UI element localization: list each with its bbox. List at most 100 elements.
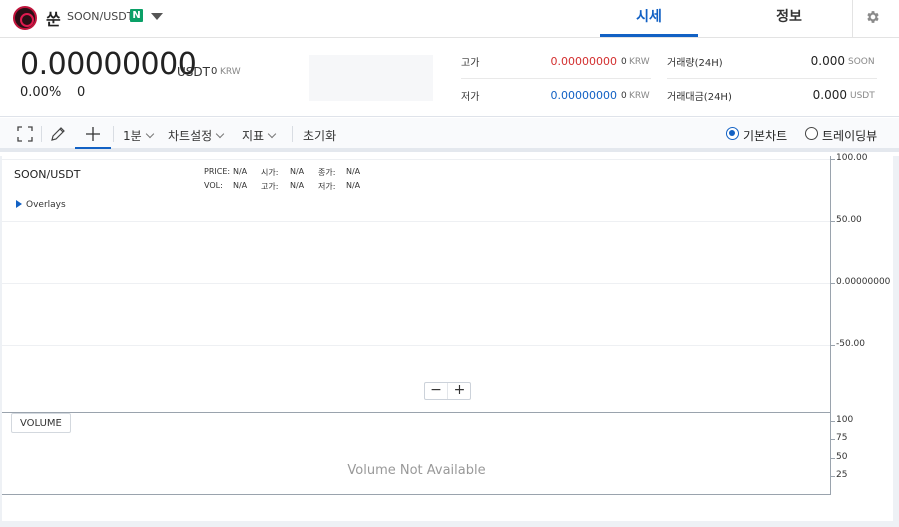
high-value: 0.00000000 [550,55,617,68]
coin-pair: SOON/USDT [67,10,134,23]
fullscreen-icon[interactable] [17,126,33,142]
gridline [2,345,830,346]
legend-close-label: 종가: [318,168,336,177]
indicators-label: 지표 [242,129,265,143]
y-axis-tick [831,283,835,284]
interval-dropdown[interactable]: 1분 [123,127,154,144]
legend-open-label: 시가: [261,168,279,177]
mini-chart-placeholder [309,55,433,101]
gridline [2,221,830,222]
toolbar-divider [113,126,114,142]
high-krw-unit: KRW [629,57,650,67]
volume-axis-tick [831,439,835,440]
price-plot[interactable]: SOON/USDT PRICE: N/A 시가: N/A 종가: N/A VOL… [2,156,831,412]
draw-pen-icon[interactable] [50,126,66,142]
reset-button[interactable]: 초기화 [303,127,336,144]
volume-axis-tick [831,421,835,422]
legend-vol-value: N/A [233,181,248,190]
volume-24h-value: 0.000 [810,54,845,68]
gridline [2,283,830,284]
legend-high-value: N/A [290,181,305,190]
stat-divider [667,78,877,79]
zoom-controls: − + [424,382,471,400]
interval-label: 1분 [123,129,142,143]
chevron-down-icon [145,129,154,139]
volume-axis-label: 25 [836,470,848,480]
amount-24h-unit: USDT [850,91,875,101]
coin-name: 쑨 [46,10,61,29]
volume-button[interactable]: VOLUME [11,413,71,433]
y-axis-tick [831,159,835,160]
overlays-label: Overlays [26,200,66,210]
low-value: 0.00000000 [550,89,617,102]
volume-axis-label: 50 [836,452,848,462]
chevron-down-icon [215,129,225,139]
price-unit: USDT [177,65,210,79]
price-krw-unit: KRW [220,67,241,77]
chart-toolbar: 1분 차트설정 지표 초기화 기본차트 트레이딩뷰 [0,118,899,152]
volume-24h-unit: SOON [848,57,875,67]
volume-24h-label: 거래량(24H) [667,58,723,69]
basic-chart-radio[interactable] [726,127,739,140]
coin-dropdown-icon[interactable] [151,13,163,20]
legend-low-label: 저가: [318,182,336,191]
toolbar-divider [292,126,293,142]
stat-divider [461,78,651,79]
tab-price[interactable]: 시세 [600,0,698,37]
amount-24h-value: 0.000 [812,88,847,102]
chart-container: SOON/USDT PRICE: N/A 시가: N/A 종가: N/A VOL… [0,153,899,527]
chart-settings-dropdown[interactable]: 차트설정 [168,127,225,144]
legend-close-value: N/A [346,167,361,176]
legend-price-label: PRICE: [204,167,231,176]
legend-vol-label: VOL: [204,181,223,190]
amount-24h-label: 거래대금(24H) [667,92,732,103]
zoom-in-button[interactable]: + [448,383,471,399]
volume-axis-tick [831,458,835,459]
low-label: 저가 [461,92,480,103]
price-krw-value: 0 [211,66,218,77]
y-axis-label: -50.00 [836,339,866,349]
current-price: 0.00000000 [20,47,197,82]
legend-open-value: N/A [290,167,305,176]
legend-price-value: N/A [233,167,248,176]
tab-info[interactable]: 정보 [740,0,838,37]
low-krw-value: 0 [621,91,627,101]
chevron-down-icon [267,129,277,139]
volume-axis-tick [831,476,835,477]
zoom-out-button[interactable]: − [425,383,448,399]
basic-chart-label[interactable]: 기본차트 [743,127,787,144]
coin-logo-icon [13,6,37,30]
chart-frame[interactable]: SOON/USDT PRICE: N/A 시가: N/A 종가: N/A VOL… [2,153,893,521]
y-axis-label: 0.00000000 [836,277,891,287]
market-header: 쑨 SOON/USDT N 시세 정보 [0,0,899,38]
indicators-dropdown[interactable]: 지표 [242,127,277,144]
volume-unavailable-message: Volume Not Available [347,463,486,478]
change-amount: 0 [77,85,86,100]
y-axis-tick [831,345,835,346]
overlays-toggle[interactable]: Overlays [16,199,66,210]
change-percent: 0.00% [20,85,62,100]
volume-plot[interactable] [2,412,831,495]
crosshair-icon[interactable] [85,126,101,142]
gridline [2,159,830,160]
tradingview-radio[interactable] [805,127,818,140]
chart-settings-label: 차트설정 [168,129,213,143]
tradingview-label[interactable]: 트레이딩뷰 [822,127,877,144]
chart-symbol: SOON/USDT [14,168,81,181]
toolbar-divider [41,126,42,142]
expand-triangle-icon [16,200,22,208]
low-krw-unit: KRW [629,91,650,101]
new-badge: N [130,9,143,22]
gear-icon[interactable] [865,9,881,25]
y-axis-tick [831,221,835,222]
header-divider [852,0,853,37]
y-axis-label: 50.00 [836,215,862,225]
legend-low-value: N/A [346,181,361,190]
price-summary: 0.00000000 USDT 0 KRW 0.00% 0 고가 0.00000… [0,38,899,117]
volume-axis-label: 100 [836,415,854,425]
y-axis-label: 100.00 [836,153,868,163]
volume-axis-label: 75 [836,433,848,443]
legend-high-label: 고가: [261,182,279,191]
high-krw-value: 0 [621,57,627,67]
high-label: 고가 [461,58,480,69]
